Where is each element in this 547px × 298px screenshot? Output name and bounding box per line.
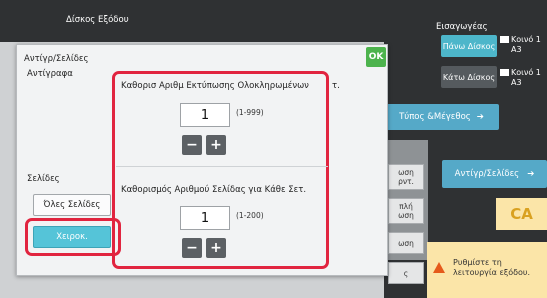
tray-icon [500,36,509,43]
pages-label: Σελίδες [27,174,60,184]
tray-icon [500,69,509,76]
manual-highlight [25,218,121,256]
page-count-range: (1-200) [236,211,264,220]
set-count-plus-button[interactable]: + [206,135,226,155]
lower-tray-button[interactable]: Κάτω Δίσκος [441,66,497,88]
warning-text: Ρυθμίστε τη λειτουργία εξόδου. [453,258,531,277]
arrow-right-icon: ➔ [476,112,484,122]
input-label: Εισαγωγέας [436,22,488,32]
copy-pages-button[interactable]: Αντίγρ/Σελίδες ➔ [442,160,547,188]
warning-icon [433,262,445,273]
set-count-input[interactable]: 1 [180,103,230,127]
upper-tray-info: Κοινό 1 A3 [500,35,541,55]
page-count-minus-button[interactable]: − [182,238,202,258]
background-option-4[interactable]: ς [388,262,424,284]
type-size-button[interactable]: Τύπος &Μέγεθος ➔ [384,104,499,130]
set-count-title: Καθορισ Αριθμ Εκτύπωσης Ολοκληρωμένων [121,81,309,91]
set-count-title-suffix: τ. [332,81,340,91]
all-pages-button[interactable]: Όλες Σελίδες [33,194,111,216]
divider [116,166,328,167]
page-count-plus-button[interactable]: + [206,238,226,258]
clear-all-button[interactable]: CA [496,198,547,230]
ok-button[interactable]: OK [366,47,386,67]
background-option-1[interactable]: ωση ρντ. [388,164,424,190]
page-count-title: Καθορισμός Αριθμού Σελίδας για Κάθε Σετ. [121,185,307,195]
copies-label: Αντίγραφα [27,69,73,79]
set-count-minus-button[interactable]: − [182,135,202,155]
dialog-title: Αντίγρ/Σελίδες [24,54,89,64]
arrow-right-icon: ➔ [527,169,535,179]
background-option-2[interactable]: πλή ωση [388,198,424,224]
set-count-range: (1-999) [236,108,264,117]
lower-tray-info: Κοινό 1 A3 [500,68,541,88]
page-count-input[interactable]: 1 [180,206,230,230]
output-tray-label: Δίσκος Εξόδου [66,15,129,25]
background-option-3[interactable]: ωση [388,232,424,254]
upper-tray-button[interactable]: Πάνω Δίσκος [441,35,497,57]
